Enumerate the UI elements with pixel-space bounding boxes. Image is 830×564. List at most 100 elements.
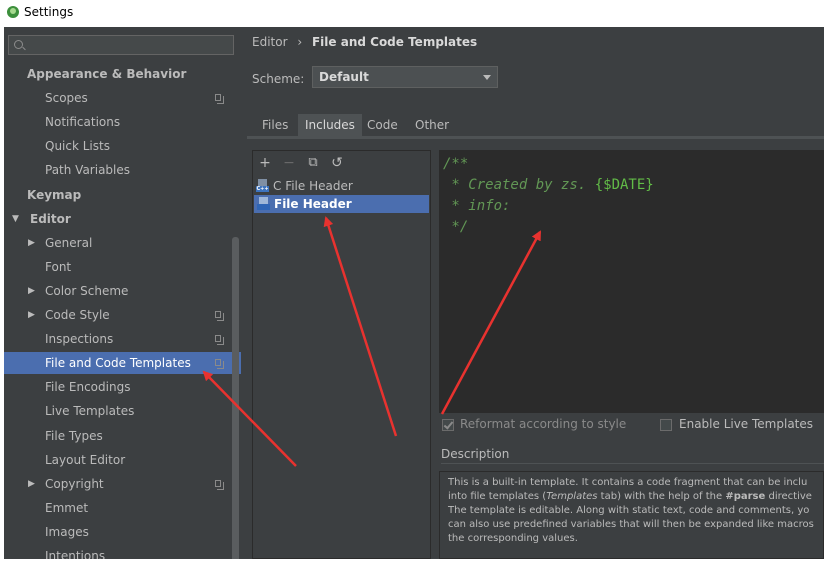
cpp-file-icon: C++ <box>256 179 269 193</box>
sidebar-item-label: Copyright <box>45 476 104 491</box>
sidebar-item-label: Layout Editor <box>45 452 126 467</box>
sidebar-item-label: Code Style <box>45 308 110 322</box>
sidebar-item-label: General <box>45 235 93 250</box>
description-panel: This is a built-in template. It contains… <box>439 471 824 559</box>
sidebar-item-inspections[interactable]: Inspections <box>4 328 241 350</box>
collapse-arrow-icon[interactable]: ▶ <box>28 280 35 302</box>
app-icon <box>7 6 19 18</box>
description-divider <box>441 463 824 464</box>
template-item-c-file-header[interactable]: C++ C File Header <box>253 177 430 195</box>
add-template-button[interactable]: + <box>257 155 273 171</box>
sidebar-item-file-and-code-templates[interactable]: File and Code Templates <box>4 352 241 375</box>
description-title: Description <box>441 447 510 461</box>
description-line: This is a built-in template. It contains… <box>448 477 808 488</box>
search-icon <box>14 40 23 49</box>
sidebar-item-label: Images <box>45 524 89 539</box>
sidebar-item-editor[interactable]: ▼ Editor <box>4 208 241 230</box>
window-title: Settings <box>24 5 74 19</box>
title-bar: Settings <box>0 0 830 26</box>
sidebar-item-label: File Encodings <box>45 380 131 395</box>
sidebar-item-quick-lists[interactable]: Quick Lists <box>4 135 241 157</box>
sidebar-item-appearance-behavior[interactable]: Appearance & Behavior <box>4 63 241 85</box>
live-templates-checkbox[interactable] <box>660 419 672 431</box>
breadcrumb-parent: Editor <box>252 35 288 49</box>
settings-content: Editor › File and Code Templates Scheme:… <box>241 27 824 559</box>
breadcrumb-separator: › <box>297 35 303 49</box>
project-copy-icon <box>215 335 224 346</box>
sidebar-item-label: Emmet <box>45 500 89 515</box>
description-line: The template is editable. Along with sta… <box>448 505 810 516</box>
sidebar-item-label: Keymap <box>27 187 82 202</box>
collapse-arrow-icon[interactable]: ▶ <box>28 232 35 254</box>
sidebar-item-label: Intentions <box>45 549 106 559</box>
sidebar-item-label: Path Variables <box>45 163 131 178</box>
reformat-checkbox[interactable] <box>442 419 454 431</box>
sidebar-item-label: Live Templates <box>45 404 135 419</box>
chevron-down-icon <box>483 75 491 80</box>
sidebar-item-color-scheme[interactable]: ▶ Color Scheme <box>4 280 241 302</box>
description-line: the corresponding values. <box>448 533 578 544</box>
sidebar-item-file-types[interactable]: File Types <box>4 425 241 447</box>
template-code-editor[interactable]: /** * Created by zs. {$DATE} * info: */ <box>439 150 824 413</box>
tab-files[interactable]: Files <box>255 114 295 136</box>
sidebar-item-scopes[interactable]: Scopes <box>4 87 241 109</box>
sidebar-item-label: Notifications <box>45 115 121 130</box>
file-template-icon <box>257 197 270 211</box>
sidebar-item-label: Inspections <box>45 332 114 347</box>
tab-divider <box>247 136 824 139</box>
sidebar-item-label: Editor <box>30 211 71 226</box>
template-item-label: File Header <box>274 197 352 211</box>
sidebar-item-label: File Types <box>45 428 103 443</box>
project-copy-icon <box>215 311 224 321</box>
description-line: into file templates (Templates tab) with… <box>448 491 812 502</box>
sidebar-item-file-encodings[interactable]: File Encodings <box>4 376 241 398</box>
tab-includes[interactable]: Includes <box>298 114 362 136</box>
sidebar-item-label: Quick Lists <box>45 139 110 154</box>
template-item-file-header[interactable]: File Header <box>254 195 429 213</box>
settings-search-input[interactable] <box>8 35 234 55</box>
sidebar-item-keymap[interactable]: Keymap <box>4 184 241 206</box>
tab-code[interactable]: Code <box>360 114 405 136</box>
sidebar-item-copyright[interactable]: ▶ Copyright <box>4 473 241 495</box>
collapse-arrow-icon[interactable]: ▶ <box>28 304 35 326</box>
template-list-panel: + − ⧉ ↺ C++ C File Header File Header <box>252 150 431 559</box>
reset-template-button[interactable]: ↺ <box>329 155 345 171</box>
description-line: can also use predefined variables that w… <box>448 519 814 530</box>
live-templates-label: Enable Live Templates <box>679 417 814 431</box>
sidebar-item-label: Font <box>45 259 72 274</box>
collapse-arrow-icon[interactable]: ▶ <box>28 473 35 495</box>
scheme-dropdown[interactable]: Default <box>312 66 498 88</box>
reformat-label: Reformat according to style <box>460 417 627 431</box>
sidebar-item-label: Color Scheme <box>45 283 129 298</box>
sidebar-item-live-templates[interactable]: Live Templates <box>4 400 241 422</box>
copy-template-button[interactable]: ⧉ <box>305 155 321 171</box>
editor-code: /** * Created by zs. {$DATE} * info: */ <box>443 156 654 235</box>
sidebar-item-label: File and Code Templates <box>45 356 191 371</box>
sidebar-item-label: Scopes <box>45 91 88 106</box>
sidebar-item-intentions[interactable]: Intentions <box>4 545 241 559</box>
sidebar-item-notifications[interactable]: Notifications <box>4 111 241 133</box>
scheme-label: Scheme: <box>252 72 305 86</box>
project-copy-icon <box>215 94 224 105</box>
sidebar-item-label: Appearance & Behavior <box>27 67 187 81</box>
scheme-value: Default <box>319 70 369 84</box>
sidebar-item-code-style[interactable]: ▶ Code Style <box>4 304 241 326</box>
template-options: Reformat according to style Enable Live … <box>439 417 824 437</box>
description-text: This is a built-in template. It contains… <box>448 476 824 546</box>
remove-template-button[interactable]: − <box>281 155 297 171</box>
template-item-label: C File Header <box>273 179 353 193</box>
sidebar-item-general[interactable]: ▶ General <box>4 232 241 254</box>
expand-arrow-icon[interactable]: ▼ <box>12 208 19 230</box>
project-copy-icon <box>215 479 224 490</box>
sidebar-item-emmet[interactable]: Emmet <box>4 497 241 519</box>
sidebar-scrollbar[interactable] <box>232 237 239 559</box>
project-copy-icon <box>215 359 224 370</box>
sidebar-item-path-variables[interactable]: Path Variables <box>4 159 241 181</box>
settings-sidebar: Appearance & Behavior Scopes Notifications… <box>4 27 241 559</box>
breadcrumb-current: File and Code Templates <box>311 35 478 49</box>
sidebar-item-images[interactable]: Images <box>4 521 241 543</box>
sidebar-item-layout-editor[interactable]: Layout Editor <box>4 449 241 471</box>
sidebar-item-font[interactable]: Font <box>4 256 241 278</box>
tab-other[interactable]: Other <box>408 114 456 136</box>
breadcrumb: Editor › File and Code Templates <box>252 35 477 49</box>
